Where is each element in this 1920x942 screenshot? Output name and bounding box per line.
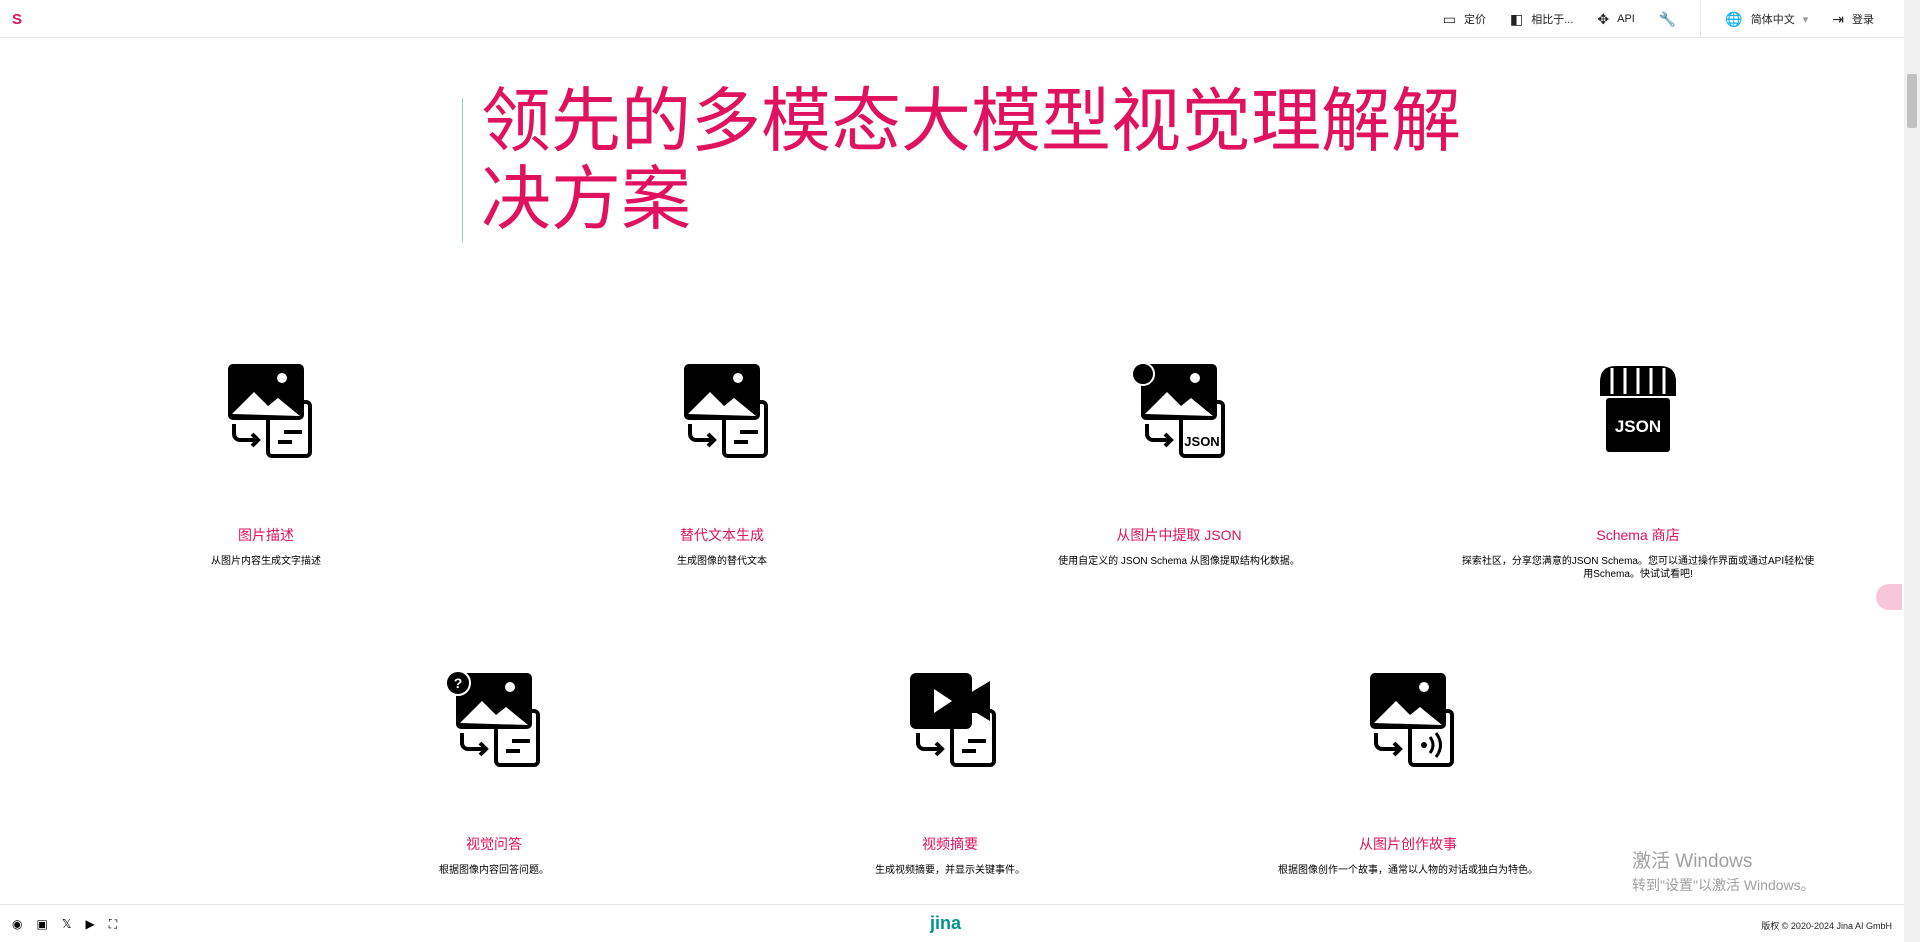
card-desc: 从图片内容生成文字描述: [211, 556, 321, 567]
card-title: 视觉问答: [466, 836, 522, 852]
svg-text:JSON: JSON: [1184, 434, 1219, 449]
nav-compare-label: 相比于...: [1531, 14, 1574, 26]
logo-icon[interactable]: S: [12, 11, 28, 28]
x-icon[interactable]: 𝕏: [62, 917, 72, 932]
api-icon: ✥: [1597, 10, 1610, 27]
image-to-text-icon: [228, 364, 312, 458]
copyright: 版权 © 2020-2024 Jina AI GmbH: [1761, 921, 1892, 931]
login-button[interactable]: ⇥ 登录: [1832, 11, 1874, 28]
watermark-line2: 转到"设置"以激活 Windows。: [1632, 877, 1815, 893]
nav-pricing[interactable]: ▭ 定价: [1443, 11, 1486, 28]
card-desc: 生成图像的替代文本: [677, 556, 767, 567]
scrollbar[interactable]: [1904, 0, 1920, 942]
svg-text:JSON: JSON: [1615, 417, 1661, 436]
card-extract-json[interactable]: JSON 从图片中提取 JSON 使用自定义的 JSON Schema 从图像提…: [969, 362, 1389, 568]
card-desc: 根据图像创作一个故事，通常以人物的对话或独白为特色。: [1278, 865, 1538, 876]
store-json-icon: JSON: [1600, 366, 1676, 452]
hero: 领先的多模态大模型视觉理解解决方案: [462, 82, 1461, 242]
card-alt-text[interactable]: 替代文本生成 生成图像的替代文本: [512, 362, 932, 568]
map-icon[interactable]: ⛶: [109, 917, 117, 932]
image-to-story-icon: [1370, 673, 1454, 767]
footer: ◉ ▣ 𝕏 ▶ ⛶ jina 版权 © 2020-2024 Jina AI Gm…: [0, 904, 1904, 942]
chevron-down-icon: ▾: [1802, 13, 1809, 26]
image-to-text-icon: [684, 364, 768, 458]
card-image-description[interactable]: 图片描述 从图片内容生成文字描述: [56, 362, 476, 568]
linkedin-icon[interactable]: ▣: [36, 917, 47, 932]
nav-api[interactable]: ✥ API: [1597, 11, 1634, 28]
wrench-icon: 🔧: [1658, 10, 1677, 27]
language-select[interactable]: 🌐 简体中文 ▾: [1725, 11, 1808, 28]
compare-icon: ◧: [1509, 10, 1524, 27]
image-to-json-icon: JSON: [1131, 362, 1225, 458]
discord-icon[interactable]: ◉: [12, 917, 22, 932]
image-question-icon: ?: [445, 670, 540, 767]
card-title: 视频摘要: [922, 836, 978, 852]
card-desc: 探索社区，分享您满意的JSON Schema。您可以通过操作界面或通过API轻松…: [1461, 556, 1815, 580]
watermark-line1: 激活 Windows: [1632, 851, 1753, 872]
card-desc: 生成视频摘要，并显示关键事件。: [875, 865, 1025, 876]
nav-pricing-label: 定价: [1463, 14, 1486, 26]
scrollbar-thumb[interactable]: [1907, 74, 1917, 128]
svg-text:?: ?: [454, 675, 463, 691]
card-title: 从图片创作故事: [1359, 836, 1457, 852]
login-label: 登录: [1852, 14, 1874, 26]
top-bar: S ▭ 定价 ◧ 相比于... ✥ API 🔧 🌐 简体中文 ▾ ⇥ 登录: [0, 0, 1904, 38]
nav-compare[interactable]: ◧ 相比于...: [1510, 11, 1573, 28]
card-title: 替代文本生成: [680, 527, 764, 543]
card-desc: 根据图像内容回答问题。: [439, 865, 549, 876]
card-icon: ▭: [1442, 10, 1456, 27]
tools-button[interactable]: 🔧: [1659, 11, 1676, 28]
social-links: ◉ ▣ 𝕏 ▶ ⛶: [12, 917, 117, 932]
divider: [1700, 0, 1702, 38]
language-label: 简体中文: [1750, 14, 1795, 26]
page-title: 领先的多模态大模型视觉理解解决方案: [481, 82, 1461, 238]
card-title: 从图片中提取 JSON: [1116, 527, 1242, 543]
card-desc: 使用自定义的 JSON Schema 从图像提取结构化数据。: [1058, 556, 1300, 567]
card-story[interactable]: 从图片创作故事 根据图像创作一个故事，通常以人物的对话或独白为特色。: [1198, 671, 1618, 877]
video-to-text-icon: [910, 673, 996, 767]
nav: ▭ 定价 ◧ 相比于... ✥ API 🔧 🌐 简体中文 ▾ ⇥ 登录: [1419, 0, 1874, 38]
card-video-summary[interactable]: 视频摘要 生成视频摘要，并显示关键事件。: [740, 671, 1160, 877]
nav-api-label: API: [1617, 13, 1635, 25]
card-title: 图片描述: [238, 527, 294, 543]
login-icon: ⇥: [1832, 10, 1844, 27]
card-title: Schema 商店: [1596, 527, 1680, 543]
jina-logo[interactable]: jina: [930, 913, 961, 934]
windows-watermark: 激活 Windows 转到"设置"以激活 Windows。: [1632, 846, 1815, 895]
globe-icon: 🌐: [1725, 10, 1743, 27]
card-schema-store[interactable]: JSON Schema 商店 探索社区，分享您满意的JSON Schema。您可…: [1428, 362, 1848, 581]
floating-translate-button[interactable]: [1876, 584, 1902, 610]
card-visual-qa[interactable]: ? 视觉问答 根据图像内容回答问题。: [284, 670, 704, 877]
youtube-icon[interactable]: ▶: [86, 917, 95, 932]
